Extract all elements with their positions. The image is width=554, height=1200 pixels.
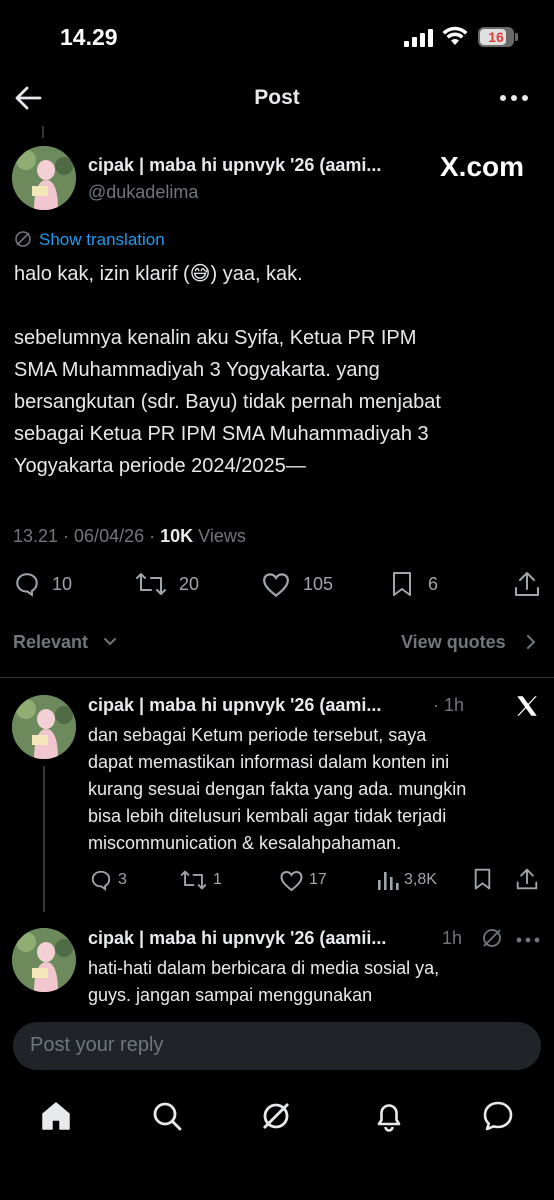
bell-icon[interactable]	[373, 1100, 405, 1132]
chevron-down-icon[interactable]	[103, 637, 117, 647]
message-icon[interactable]	[482, 1100, 514, 1132]
divider	[0, 677, 554, 678]
more-horizontal-icon[interactable]	[516, 937, 540, 943]
reply-text: dan sebagai Ketum periode tersebut, saya…	[88, 725, 467, 853]
heart-icon[interactable]	[279, 870, 304, 892]
signal-icon	[404, 29, 434, 47]
grok-icon[interactable]	[260, 1100, 292, 1132]
watermark: X.com	[440, 151, 525, 182]
status-time: 14.29	[60, 24, 118, 50]
show-translation-link[interactable]: Show translation	[39, 230, 165, 250]
like-count: 105	[303, 574, 334, 594]
reply-time: 1h	[442, 928, 463, 948]
post-text-paragraph: sebelumnya kenalin aku Syifa, Ketua PR I…	[14, 327, 441, 477]
search-icon[interactable]	[151, 1100, 183, 1132]
post-meta: 13.21 · 06/04/26 · 10K Views	[13, 526, 246, 546]
battery-icon: 16	[478, 27, 514, 47]
thread-line	[43, 766, 45, 912]
analytics-icon[interactable]	[377, 870, 399, 890]
relevant-sort[interactable]: Relevant	[13, 632, 88, 653]
reply-icon[interactable]	[89, 869, 113, 891]
author-handle[interactable]: @dukadelima	[88, 182, 198, 203]
bookmark-icon[interactable]	[391, 571, 413, 598]
reply-count: 10	[52, 574, 73, 594]
battery-tip	[515, 33, 518, 41]
avatar[interactable]	[12, 146, 76, 210]
share-icon[interactable]	[514, 570, 540, 598]
repost-count: 1	[213, 871, 222, 888]
thread-line-top	[42, 126, 44, 138]
repost-icon[interactable]	[180, 869, 207, 891]
x-logo-icon	[514, 693, 540, 719]
share-icon[interactable]	[516, 867, 538, 891]
author-name[interactable]: cipak | maba hi upnvyk '26 (aami...	[88, 155, 381, 176]
avatar[interactable]	[12, 928, 76, 992]
post-text-line-1: halo kak, izin klarif (😅) yaa, kak.	[14, 263, 303, 285]
wifi-icon	[442, 26, 468, 46]
more-horizontal-icon[interactable]	[499, 93, 529, 103]
reply-text: hati-hati dalam berbicara di media sosia…	[88, 958, 440, 1005]
repost-count: 20	[179, 574, 200, 594]
repost-icon[interactable]	[135, 571, 167, 597]
reply-author-name[interactable]: cipak | maba hi upnvyk '26 (aami...	[88, 695, 381, 716]
battery-level: 16	[488, 29, 504, 45]
page-title: Post	[254, 86, 300, 109]
view-quotes-link[interactable]: View quotes	[401, 632, 506, 653]
bookmark-icon[interactable]	[473, 868, 492, 891]
bookmark-count: 6	[428, 574, 439, 594]
grok-icon[interactable]	[481, 927, 503, 949]
reply-count: 3	[118, 871, 127, 888]
avatar[interactable]	[12, 695, 76, 759]
reply-time: · 1h	[433, 695, 465, 715]
reply-author-name[interactable]: cipak | maba hi upnvyk '26 (aamii...	[88, 928, 386, 949]
view-count: 3,8K	[404, 871, 437, 888]
like-count: 17	[309, 871, 327, 888]
heart-icon[interactable]	[261, 572, 291, 598]
home-icon[interactable]	[40, 1100, 72, 1132]
translate-icon	[14, 230, 32, 248]
chevron-right-icon[interactable]	[526, 634, 536, 650]
sweat-smile-emoji: 😅	[189, 263, 211, 285]
reply-icon[interactable]	[13, 571, 41, 597]
reply-composer[interactable]	[13, 1022, 541, 1070]
reply-input[interactable]	[30, 1034, 510, 1057]
